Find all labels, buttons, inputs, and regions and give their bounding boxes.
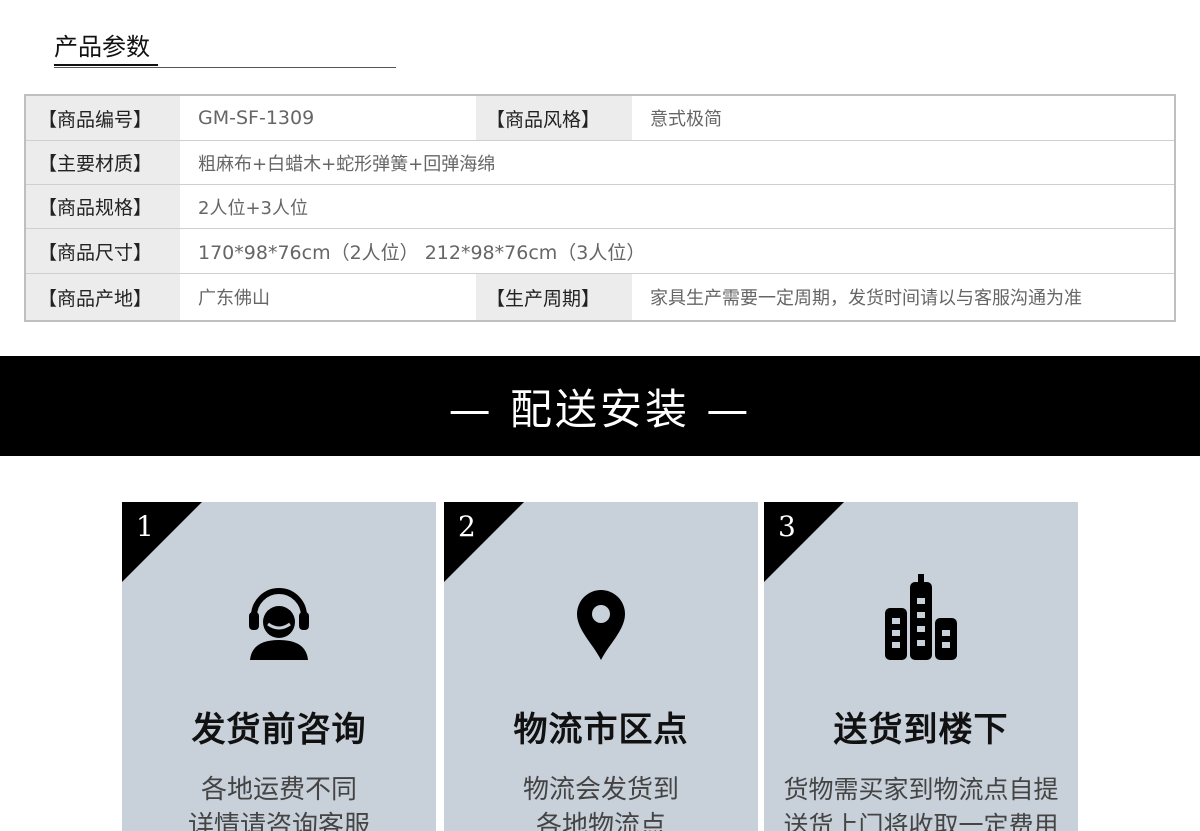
param-label: 【商品尺寸】: [26, 229, 180, 273]
param-value: 家具生产需要一定周期，发货时间请以与客服沟通为准: [650, 288, 1082, 309]
param-label: 【商品规格】: [26, 185, 180, 228]
step-number: 3: [778, 510, 796, 543]
map-pin-icon: [577, 590, 625, 660]
buildings-icon: [885, 574, 957, 660]
param-label: 【商品编号】: [26, 96, 180, 140]
section-title: 产品参数: [54, 32, 158, 66]
step-title: 物流市区点: [513, 710, 689, 750]
param-row-spec: 【商品规格】 2人位+3人位: [26, 185, 1174, 229]
delivery-step-card: 3 送货到楼下 货物需买家到物流点自提 送货上门将收取一定费用: [764, 502, 1078, 831]
param-row-code: 【商品编号】 GM-SF-1309 【商品风格】 意式极简: [26, 96, 1174, 141]
param-row-material: 【主要材质】 粗麻布+白蜡木+蛇形弹簧+回弹海绵: [26, 141, 1174, 185]
param-value: 粗麻布+白蜡木+蛇形弹簧+回弹海绵: [198, 153, 496, 175]
param-label: 【商品风格】: [476, 96, 632, 140]
param-value: GM-SF-1309: [198, 107, 315, 129]
corner-triangle: [764, 502, 844, 582]
step-title: 送货到楼下: [833, 710, 1009, 750]
delivery-banner: — 配送安装 —: [0, 356, 1200, 456]
step-description: 各地运费不同 详情请咨询客服: [187, 775, 370, 831]
param-value: 2人位+3人位: [198, 197, 308, 219]
banner-title: — 配送安装 —: [448, 384, 752, 434]
param-label: 【商品产地】: [26, 274, 180, 320]
step-description: 货物需买家到物流点自提 送货上门将收取一定费用: [783, 775, 1059, 831]
step-number: 2: [458, 510, 476, 543]
param-value: 170*98*76cm（2人位） 212*98*76cm（3人位）: [198, 241, 646, 264]
corner-triangle: [444, 502, 524, 582]
param-label: 【生产周期】: [476, 274, 632, 320]
param-value: 广东佛山: [198, 288, 270, 309]
headset-icon: [249, 588, 309, 660]
param-row-size: 【商品尺寸】 170*98*76cm（2人位） 212*98*76cm（3人位）: [26, 229, 1174, 274]
product-params-table: 【商品编号】 GM-SF-1309 【商品风格】 意式极简 【主要材质】 粗麻布…: [24, 94, 1176, 322]
delivery-step-card: 2 物流市区点 物流会发货到 各地物流点: [444, 502, 758, 831]
corner-triangle: [122, 502, 202, 582]
step-description: 物流会发货到 各地物流点: [522, 775, 679, 831]
step-number: 1: [136, 510, 154, 543]
step-title: 发货前咨询: [191, 710, 367, 750]
delivery-step-card: 1 发货前咨询 各地运费不同 详情请咨询客服: [122, 502, 436, 831]
param-row-origin: 【商品产地】 广东佛山 【生产周期】 家具生产需要一定周期，发货时间请以与客服沟…: [26, 274, 1174, 320]
param-label: 【主要材质】: [26, 141, 180, 184]
param-value: 意式极简: [650, 109, 722, 130]
section-heading: 产品参数: [54, 32, 396, 68]
